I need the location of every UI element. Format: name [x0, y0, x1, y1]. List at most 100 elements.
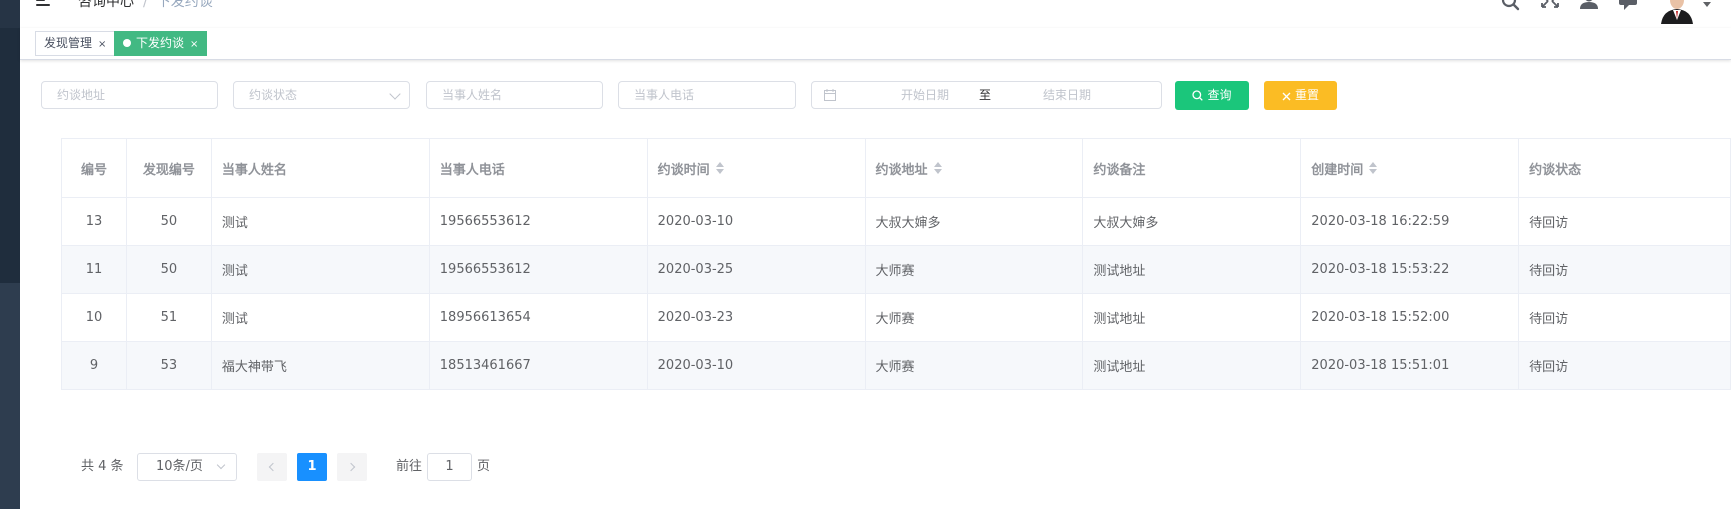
- fullscreen-icon[interactable]: [1539, 0, 1561, 14]
- column-header-interview-note: 约谈备注: [1083, 139, 1302, 197]
- cell-interview-status: 待回访: [1519, 294, 1731, 341]
- range-separator: 至: [978, 88, 991, 102]
- column-header-party-name: 当事人姓名: [212, 139, 430, 197]
- cell-interview-address: 大师赛: [866, 342, 1084, 389]
- cell-created-time: 2020-03-18 15:51:01: [1301, 342, 1520, 389]
- cell-party-phone: 18513461667: [430, 342, 648, 389]
- column-header-discovery-id: 发现编号: [127, 139, 212, 197]
- active-dot-icon: [123, 39, 131, 47]
- cell-party-phone: 19566553612: [430, 198, 648, 245]
- name-input[interactable]: 当事人姓名: [426, 81, 603, 109]
- breadcrumb-separator: /: [143, 0, 148, 10]
- status-select[interactable]: 约谈状态: [233, 81, 410, 109]
- table-row: 9 53 福大神带飞 18513461667 2020-03-10 大师赛 测试地址 2020…: [62, 342, 1731, 390]
- tag-label: 下发约谈: [136, 36, 185, 50]
- page-number-1[interactable]: 1: [297, 453, 327, 481]
- cell-created-time: 2020-03-18 16:22:59: [1301, 198, 1520, 245]
- page-size-value: 10条/页: [156, 459, 203, 474]
- chevron-right-icon: [346, 462, 356, 472]
- cell-created-time: 2020-03-18 15:52:00: [1301, 294, 1520, 341]
- sort-icon[interactable]: [933, 161, 944, 175]
- cell-discovery-id: 50: [127, 246, 212, 293]
- avatar[interactable]: [1659, 0, 1695, 24]
- sidebar-logo-area: [0, 0, 20, 28]
- column-header-interview-status: 约谈状态: [1519, 139, 1731, 197]
- goto-page-input[interactable]: 1: [427, 453, 472, 481]
- user-icon[interactable]: [1578, 0, 1600, 14]
- search-button[interactable]: 查询: [1175, 81, 1249, 110]
- tag-label: 发现管理: [44, 36, 93, 50]
- address-placeholder: 约谈地址: [57, 88, 106, 102]
- date-range-picker[interactable]: 开始日期 至 结束日期: [811, 81, 1162, 109]
- reset-button-label: 重置: [1294, 88, 1319, 102]
- cell-id: 9: [62, 342, 127, 389]
- close-icon[interactable]: ×: [98, 39, 106, 50]
- hamburger-icon[interactable]: [36, 0, 56, 10]
- column-header-interview-time[interactable]: 约谈时间: [648, 139, 866, 197]
- cell-party-phone: 19566553612: [430, 246, 648, 293]
- cell-interview-note: 测试地址: [1083, 342, 1302, 389]
- cell-interview-address: 大师赛: [866, 246, 1084, 293]
- cell-id: 13: [62, 198, 127, 245]
- chevron-down-icon: [216, 460, 226, 470]
- phone-placeholder: 当事人电话: [634, 88, 695, 102]
- close-icon[interactable]: ×: [190, 39, 198, 50]
- search-icon: [1192, 90, 1204, 101]
- interview-table: 编号 发现编号 当事人姓名 当事人电话 约谈时间 约谈地址 约谈备注 创建时间 …: [61, 138, 1731, 390]
- cell-interview-time: 2020-03-23: [648, 294, 866, 341]
- pagination-total: 共 4 条: [81, 459, 124, 474]
- column-header-party-phone: 当事人电话: [430, 139, 648, 197]
- table-header-row: 编号 发现编号 当事人姓名 当事人电话 约谈时间 约谈地址 约谈备注 创建时间 …: [62, 139, 1731, 198]
- chevron-down-icon: [389, 88, 401, 100]
- cell-interview-time: 2020-03-10: [648, 198, 866, 245]
- cell-party-name: 测试: [212, 246, 430, 293]
- chevron-down-icon[interactable]: [1703, 2, 1711, 7]
- calendar-icon: [824, 89, 836, 101]
- column-header-created-time[interactable]: 创建时间: [1301, 139, 1520, 197]
- column-header-interview-address[interactable]: 约谈地址: [866, 139, 1084, 197]
- phone-input[interactable]: 当事人电话: [618, 81, 796, 109]
- cell-interview-note: 测试地址: [1083, 246, 1302, 293]
- cell-id: 11: [62, 246, 127, 293]
- tag-discovery-management[interactable]: 发现管理 ×: [35, 31, 116, 56]
- navbar-right-menu: [1483, 0, 1711, 24]
- main-content: 咨询中心 / 下发约谈 发现管理 × 下发约谈 × 约谈地址 约谈状态 当事人姓…: [20, 0, 1731, 509]
- search-icon[interactable]: [1500, 0, 1522, 14]
- name-placeholder: 当事人姓名: [442, 88, 503, 102]
- goto-label: 前往: [396, 459, 423, 474]
- tag-issue-interview[interactable]: 下发约谈 ×: [114, 31, 208, 56]
- cell-discovery-id: 50: [127, 198, 212, 245]
- close-icon: [1282, 92, 1291, 101]
- table-row: 13 50 测试 19566553612 2020-03-10 大叔大婶多 大叔大婶多 202…: [62, 198, 1731, 246]
- sidebar-menu: [0, 28, 20, 283]
- cell-discovery-id: 53: [127, 342, 212, 389]
- sort-icon[interactable]: [715, 161, 726, 175]
- goto-suffix: 页: [477, 459, 491, 474]
- next-page-button[interactable]: [337, 453, 367, 481]
- cell-discovery-id: 51: [127, 294, 212, 341]
- cell-id: 10: [62, 294, 127, 341]
- cell-interview-note: 大叔大婶多: [1083, 198, 1302, 245]
- column-header-id: 编号: [62, 139, 127, 197]
- reset-button[interactable]: 重置: [1264, 81, 1337, 110]
- cell-interview-address: 大师赛: [866, 294, 1084, 341]
- start-date-input[interactable]: 开始日期: [870, 82, 980, 108]
- chevron-left-icon: [268, 462, 278, 472]
- message-icon[interactable]: [1617, 0, 1639, 14]
- page-size-select[interactable]: 10条/页: [137, 453, 237, 481]
- sidebar: [0, 0, 20, 509]
- table-row: 10 51 测试 18956613654 2020-03-23 大师赛 测试地址 2020-0…: [62, 294, 1731, 342]
- cell-interview-note: 测试地址: [1083, 294, 1302, 341]
- end-date-input[interactable]: 结束日期: [1002, 82, 1132, 108]
- prev-page-button[interactable]: [257, 453, 287, 481]
- address-input[interactable]: 约谈地址: [41, 81, 218, 109]
- table-body: 13 50 测试 19566553612 2020-03-10 大叔大婶多 大叔大婶多 202…: [62, 198, 1731, 390]
- cell-interview-status: 待回访: [1519, 246, 1731, 293]
- cell-interview-status: 待回访: [1519, 342, 1731, 389]
- breadcrumb: 咨询中心 / 下发约谈: [78, 0, 213, 11]
- sort-icon[interactable]: [1369, 161, 1379, 175]
- cell-party-phone: 18956613654: [430, 294, 648, 341]
- breadcrumb-item-consult-center[interactable]: 咨询中心: [78, 0, 134, 10]
- status-placeholder: 约谈状态: [249, 88, 298, 102]
- cell-interview-time: 2020-03-10: [648, 342, 866, 389]
